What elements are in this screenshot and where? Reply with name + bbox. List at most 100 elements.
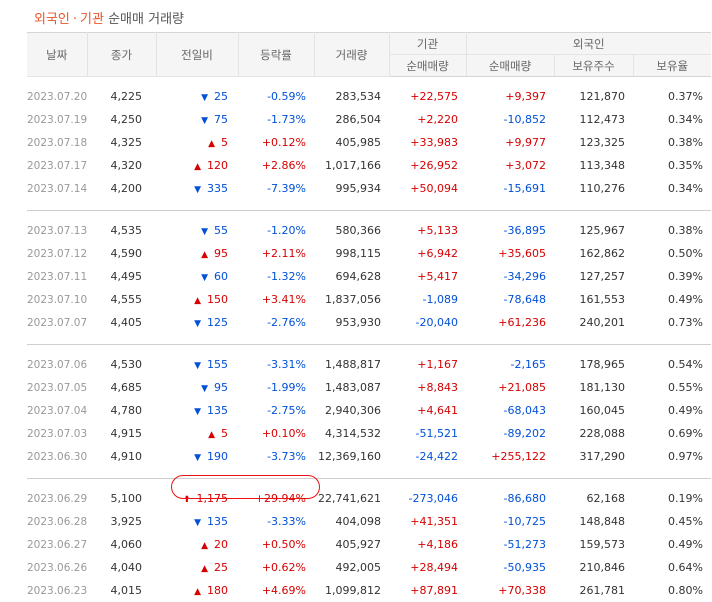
cell-ratio: 0.37% [633, 85, 711, 108]
cell-holdings: 240,201 [554, 311, 633, 334]
cell-close: 4,200 [87, 177, 156, 200]
header-date: 날짜 [27, 33, 87, 77]
cell-ratio: 0.49% [633, 533, 711, 556]
table-row: 2023.07.034,915▲5+0.10%4,314,532-51,521-… [27, 422, 711, 445]
triangle-up-icon: ▲ [208, 430, 215, 440]
cell-volume: 998,115 [314, 242, 389, 265]
cell-ratio: 0.39% [633, 265, 711, 288]
triangle-down-icon: ▼ [201, 384, 208, 394]
cell-foreign-net: +61,236 [466, 311, 554, 334]
cell-rate: -3.31% [238, 353, 314, 376]
cell-rate: +3.41% [238, 288, 314, 311]
cell-inst-net: +26,952 [389, 154, 466, 177]
cell-date: 2023.06.23 [27, 579, 87, 602]
cell-change: ▼135 [156, 510, 238, 533]
cell-volume: 953,930 [314, 311, 389, 334]
table-row: 2023.07.174,320▲120+2.86%1,017,166+26,95… [27, 154, 711, 177]
triangle-up-icon: ▲ [201, 541, 208, 551]
table-row: 2023.07.104,555▲150+3.41%1,837,056-1,089… [27, 288, 711, 311]
group-divider [27, 468, 711, 479]
cell-foreign-net: +9,977 [466, 131, 554, 154]
cell-rate: +4.69% [238, 579, 314, 602]
triangle-down-icon: ▼ [194, 453, 201, 463]
cell-rate: +0.62% [238, 556, 314, 579]
change-value: 135 [207, 404, 228, 417]
cell-volume: 1,483,087 [314, 376, 389, 399]
header-foreign: 외국인 [466, 33, 711, 55]
cell-close: 4,780 [87, 399, 156, 422]
cell-date: 2023.07.10 [27, 288, 87, 311]
cell-change: ▲ 20 [156, 533, 238, 556]
cell-ratio: 0.45% [633, 510, 711, 533]
cell-inst-net: +22,575 [389, 85, 466, 108]
title-foreign: 외국인 [34, 12, 70, 27]
cell-change: ▲95 [156, 242, 238, 265]
cell-change: ▲150 [156, 288, 238, 311]
cell-change: ▲25 [156, 556, 238, 579]
cell-rate: -7.39% [238, 177, 314, 200]
change-value: 25 [214, 561, 228, 574]
cell-close: 4,060 [87, 533, 156, 556]
change-value: 125 [207, 316, 228, 329]
cell-holdings: 181,130 [554, 376, 633, 399]
cell-volume: 580,366 [314, 219, 389, 242]
limit-up-arrow-icon: ⬆ [183, 495, 191, 505]
cell-change: ▲5 [156, 131, 238, 154]
header-inst-net: 순매매량 [389, 55, 466, 77]
cell-foreign-net: -10,852 [466, 108, 554, 131]
cell-date: 2023.07.17 [27, 154, 87, 177]
cell-close: 4,250 [87, 108, 156, 131]
cell-close: 4,320 [87, 154, 156, 177]
triangle-up-icon: ▲ [194, 296, 201, 306]
header-close: 종가 [87, 33, 156, 77]
cell-holdings: 228,088 [554, 422, 633, 445]
cell-volume: 1,099,812 [314, 579, 389, 602]
cell-ratio: 0.49% [633, 399, 711, 422]
group-divider [27, 200, 711, 211]
cell-foreign-net: -89,202 [466, 422, 554, 445]
cell-rate: -1.20% [238, 219, 314, 242]
investor-trading-table: 날짜 종가 전일비 등락률 거래량 기관 외국인 순매매량 순매매량 보유주수 … [27, 32, 711, 602]
cell-date: 2023.07.18 [27, 131, 87, 154]
cell-volume: 2,940,306 [314, 399, 389, 422]
cell-volume: 4,314,532 [314, 422, 389, 445]
table-row: 2023.06.274,060▲20+0.50%405,927+4,186-51… [27, 533, 711, 556]
change-value: 135 [207, 515, 228, 528]
cell-inst-net: +4,186 [389, 533, 466, 556]
cell-close: 4,405 [87, 311, 156, 334]
change-value: 20 [214, 538, 228, 551]
cell-rate: -2.76% [238, 311, 314, 334]
group-top-spacer [27, 345, 711, 354]
cell-holdings: 210,846 [554, 556, 633, 579]
cell-rate: +2.11% [238, 242, 314, 265]
cell-ratio: 0.38% [633, 219, 711, 242]
table-row: 2023.07.054,685▼95-1.99%1,483,087+8,843+… [27, 376, 711, 399]
cell-foreign-net: +3,072 [466, 154, 554, 177]
change-value: 75 [214, 113, 228, 126]
cell-change: ▼ 190 [156, 445, 238, 468]
cell-holdings: 261,781 [554, 579, 633, 602]
cell-inst-net: +4,641 [389, 399, 466, 422]
table-row: 2023.07.114,495▼60-1.32%694,628+5,417-34… [27, 265, 711, 288]
cell-foreign-net: +21,085 [466, 376, 554, 399]
table-row: 2023.07.144,200▼335-7.39%995,934+50,094-… [27, 177, 711, 200]
cell-holdings: 148,848 [554, 510, 633, 533]
cell-date: 2023.07.03 [27, 422, 87, 445]
cell-rate: -1.73% [238, 108, 314, 131]
cell-date: 2023.07.20 [27, 85, 87, 108]
cell-holdings: 112,473 [554, 108, 633, 131]
table-row: 2023.06.304,910▼190-3.73%12,369,160-24,4… [27, 445, 711, 468]
triangle-down-icon: ▼ [201, 93, 208, 103]
header-ratio: 보유율 [633, 55, 711, 77]
cell-close: 4,535 [87, 219, 156, 242]
cell-date: 2023.06.30 [27, 445, 87, 468]
cell-ratio: 0.50% [633, 242, 711, 265]
cell-foreign-net: +255,122 [466, 445, 554, 468]
cell-holdings: 161,553 [554, 288, 633, 311]
cell-ratio: 0.55% [633, 376, 711, 399]
cell-ratio: 0.73% [633, 311, 711, 334]
cell-rate: -0.59% [238, 85, 314, 108]
cell-rate: +0.50% [238, 533, 314, 556]
change-value: 190 [207, 450, 228, 463]
cell-inst-net: -273,046 [389, 487, 466, 510]
